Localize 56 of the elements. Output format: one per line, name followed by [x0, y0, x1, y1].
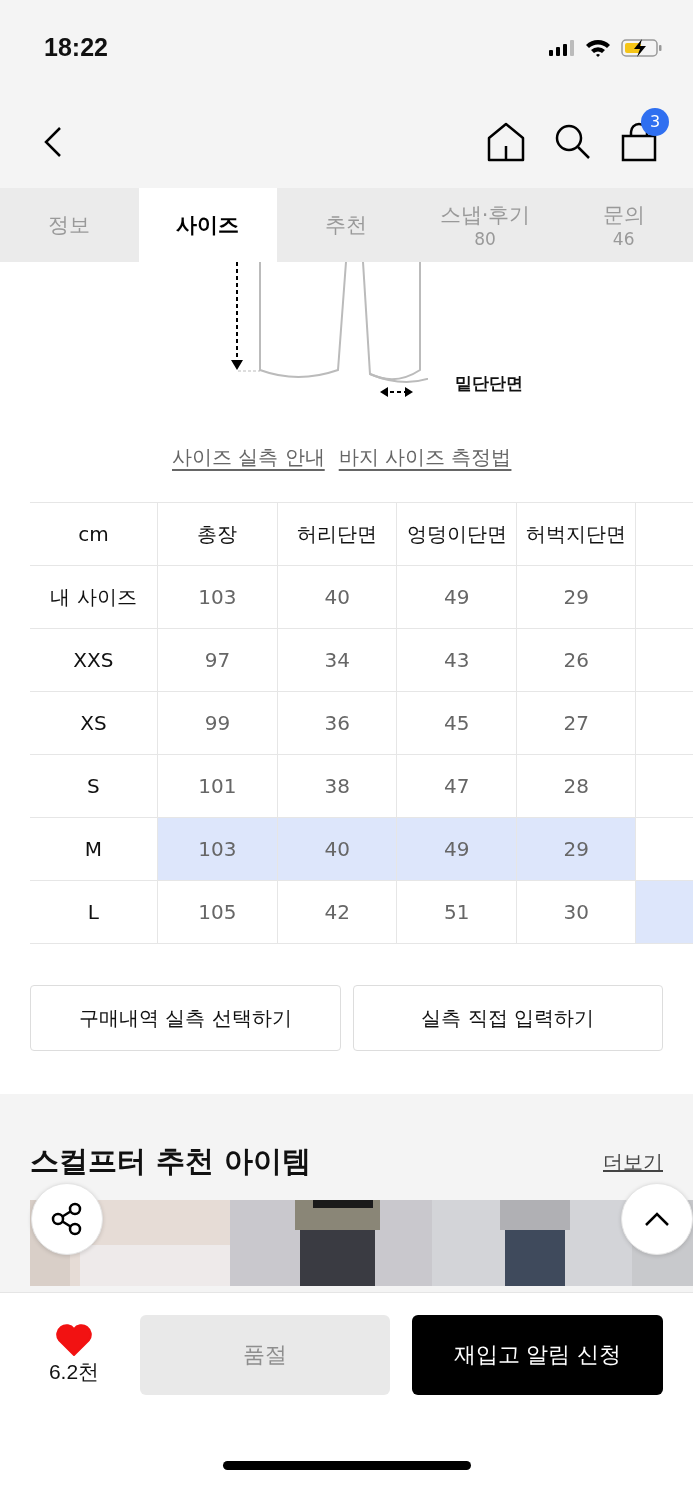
- table-cell: 42: [277, 880, 397, 944]
- table-cell: 105: [157, 880, 278, 944]
- row-header: S: [30, 754, 158, 818]
- table-cell: 38: [277, 754, 397, 818]
- column-header: 허벅지단면: [516, 502, 636, 566]
- table-cell: 30: [516, 880, 636, 944]
- table-cell: 29: [516, 817, 636, 881]
- table-cell: 103: [157, 565, 278, 629]
- back-icon[interactable]: [44, 126, 62, 157]
- table-cell: 49: [396, 565, 517, 629]
- table-cell: 47: [396, 754, 517, 818]
- row-header: L: [30, 880, 158, 944]
- table-cell: 34: [277, 628, 397, 692]
- guide-link[interactable]: 바지 사이즈 측정법: [338, 444, 512, 472]
- cart-count-badge: 3: [641, 107, 669, 136]
- table-cell: 36: [277, 691, 397, 755]
- table-cell: 97: [157, 628, 278, 692]
- home-icon[interactable]: [487, 121, 525, 162]
- column-header: 허리단면: [277, 502, 397, 566]
- like-count: 6.2천: [48, 1359, 100, 1385]
- battery-icon: [621, 37, 663, 58]
- table-cell: 28: [516, 754, 636, 818]
- row-header: M: [30, 817, 158, 881]
- heart-icon[interactable]: [56, 1324, 92, 1356]
- measure-button[interactable]: 실측 직접 입력하기: [352, 985, 663, 1051]
- signal-icon: [549, 39, 575, 56]
- measurement-label: 밑단단면: [455, 372, 523, 395]
- guide-link[interactable]: 사이즈 실측 안내: [172, 444, 325, 472]
- section-title: 스컬프터 추천 아이템: [30, 1143, 312, 1180]
- table-cell: 99: [157, 691, 278, 755]
- table-cell: 51: [396, 880, 517, 944]
- measure-button[interactable]: 구매내역 실측 선택하기: [30, 985, 341, 1051]
- tab[interactable]: 사이즈: [138, 188, 278, 262]
- wifi-icon: [585, 38, 611, 57]
- table-cell: 40: [277, 817, 397, 881]
- column-header: 엉덩이단면: [396, 502, 517, 566]
- table-cell: 43: [396, 628, 517, 692]
- table-cell: 101: [157, 754, 278, 818]
- table-cell: 29: [516, 565, 636, 629]
- table-cell: 27: [516, 691, 636, 755]
- column-header: 총장: [157, 502, 278, 566]
- row-header: XXS: [30, 628, 158, 692]
- column-header: cm: [30, 502, 158, 566]
- restock-alert-button[interactable]: 재입고 알림 신청: [412, 1315, 663, 1395]
- share-icon: [50, 1202, 84, 1236]
- row-header: XS: [30, 691, 158, 755]
- table-cell: 45: [396, 691, 517, 755]
- table-cell: 40: [277, 565, 397, 629]
- row-header: 내 사이즈: [30, 565, 158, 629]
- more-link[interactable]: 더보기: [603, 1148, 663, 1176]
- table-cell: 26: [516, 628, 636, 692]
- search-icon[interactable]: [555, 123, 591, 160]
- status-time: 18:22: [44, 33, 108, 62]
- table-cell: 49: [396, 817, 517, 881]
- table-cell: 103: [157, 817, 278, 881]
- chevron-up-icon: [644, 1211, 670, 1227]
